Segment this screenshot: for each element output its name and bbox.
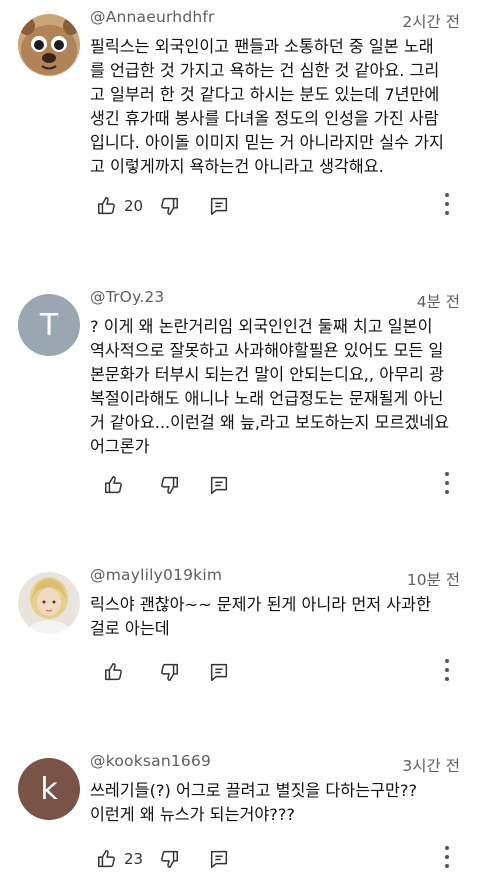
comment-time: 2시간 전 — [402, 13, 460, 31]
comment-actions — [0, 657, 480, 687]
comment-line: 이런게 왜 뉴스가 되는거야??? — [90, 805, 296, 824]
comment-line: 고 이렇게까지 욕하는건 아니라고 생각해요. — [90, 157, 384, 176]
comment-text: 쓰레기들(?) 어그로 끌려고 별짓을 다하는구만?? 이런게 왜 뉴스가 되는… — [90, 779, 462, 827]
comment-line: 걸로 아는데 — [90, 619, 170, 638]
reply-icon — [210, 850, 228, 868]
comment-line: ? 이게 왜 논란거리임 외국인인건 둘째 치고 일본이 — [90, 317, 433, 336]
comment-line: 쓰레기들(?) 어그로 끌려고 별짓을 다하는구만?? — [90, 781, 418, 800]
avatar[interactable] — [18, 14, 80, 76]
comment-time: 10분 전 — [406, 571, 460, 589]
avatar-letter: T — [39, 307, 59, 343]
comment-actions — [0, 470, 480, 500]
like-button[interactable] — [103, 657, 125, 687]
thumbs-down-icon — [161, 197, 178, 215]
avatar[interactable]: k — [18, 758, 80, 820]
reply-button[interactable] — [208, 470, 230, 500]
comment-line: 를 언급한 것 가지고 욕하는 건 심한 것 같아요. 그리 — [90, 61, 440, 80]
comment-line: 입니다. 아이돌 이미지 믿는 거 아니라지만 실수 가지 — [90, 133, 444, 152]
comment-line: 본문화가 터부시 되는건 말이 안되는디요,, 아무리 광 — [90, 365, 444, 384]
comment-author[interactable]: @maylily019kim — [90, 566, 222, 584]
comment-feed: @Annaeurhdhfr 2시간 전 필릭스는 외국인이고 팬들과 소통하던 … — [0, 0, 480, 895]
like-button[interactable]: 20 — [96, 191, 143, 221]
comment-line: 어그론가 — [90, 437, 150, 456]
comment-line: 거 같아요...이런걸 왜 늪,라고 보도하는지 모르겠네요 — [90, 413, 450, 432]
animal-face-icon — [18, 14, 80, 76]
dislike-button[interactable] — [158, 844, 180, 874]
person-photo-icon — [18, 572, 80, 634]
comment-text: 릭스야 괜찮아~~ 문제가 된게 아니라 먼저 사과한 걸로 아는데 — [90, 593, 462, 641]
comment-time: 4분 전 — [416, 293, 460, 311]
comment-item: @maylily019kim 10분 전 릭스야 괜찮아~~ 문제가 된게 아니… — [0, 566, 480, 696]
comment-author[interactable]: @TrOy.23 — [90, 288, 164, 306]
comment-line: 생긴 휴가때 봉사를 다녀올 정도의 인성을 가진 사람 — [90, 109, 439, 128]
like-count: 23 — [124, 850, 144, 868]
comment-actions: 20 — [0, 191, 480, 221]
comment-line: 릭스야 괜찮아~~ 문제가 된게 아니라 먼저 사과한 — [90, 595, 431, 614]
thumbs-up-icon — [98, 850, 115, 868]
reply-icon — [210, 663, 228, 681]
reply-button[interactable] — [208, 844, 230, 874]
comment-author[interactable]: @Annaeurhdhfr — [90, 8, 215, 26]
more-options-button[interactable] — [444, 193, 450, 219]
reply-icon — [210, 197, 228, 215]
like-count: 20 — [124, 197, 144, 215]
dislike-button[interactable] — [158, 470, 180, 500]
more-options-button[interactable] — [444, 659, 450, 685]
reply-button[interactable] — [208, 657, 230, 687]
like-button[interactable]: 23 — [96, 844, 143, 874]
like-button[interactable] — [103, 470, 125, 500]
comment-line: 고 일부러 한 것 같다고 하시는 분도 있는데 7년만에 — [90, 85, 440, 104]
comment-item: @Annaeurhdhfr 2시간 전 필릭스는 외국인이고 팬들과 소통하던 … — [0, 8, 480, 238]
thumbs-down-icon — [161, 476, 178, 494]
thumbs-down-icon — [161, 850, 178, 868]
thumbs-up-icon — [105, 663, 122, 681]
avatar[interactable] — [18, 572, 80, 634]
more-options-button[interactable] — [444, 472, 450, 498]
comment-line: 역사적으로 잘못하고 사과해야할필욘 있어도 모든 일 — [90, 341, 444, 360]
avatar-letter: k — [40, 771, 58, 807]
comment-item: k @kooksan1669 3시간 전 쓰레기들(?) 어그로 끌려고 별짓을… — [0, 752, 480, 887]
comment-actions: 23 — [0, 844, 480, 874]
thumbs-up-icon — [105, 476, 122, 494]
thumbs-up-icon — [98, 197, 115, 215]
reply-icon — [210, 476, 228, 494]
more-options-button[interactable] — [444, 846, 450, 872]
comment-text: 필릭스는 외국인이고 팬들과 소통하던 중 일본 노래 를 언급한 것 가지고 … — [90, 35, 462, 179]
comment-line: 필릭스는 외국인이고 팬들과 소통하던 중 일본 노래 — [90, 37, 434, 56]
comment-time: 3시간 전 — [402, 757, 460, 775]
dislike-button[interactable] — [158, 657, 180, 687]
thumbs-down-icon — [161, 663, 178, 681]
comment-text: ? 이게 왜 논란거리임 외국인인건 둘째 치고 일본이 역사적으로 잘못하고 … — [90, 315, 462, 459]
comment-line: 복절이라해도 애니나 노래 언급정도는 문재될게 아닌 — [90, 389, 444, 408]
comment-item: T @TrOy.23 4분 전 ? 이게 왜 논란거리임 외국인인건 둘째 치고… — [0, 288, 480, 503]
reply-button[interactable] — [208, 191, 230, 221]
dislike-button[interactable] — [158, 191, 180, 221]
comment-author[interactable]: @kooksan1669 — [90, 752, 211, 770]
avatar[interactable]: T — [18, 294, 80, 356]
